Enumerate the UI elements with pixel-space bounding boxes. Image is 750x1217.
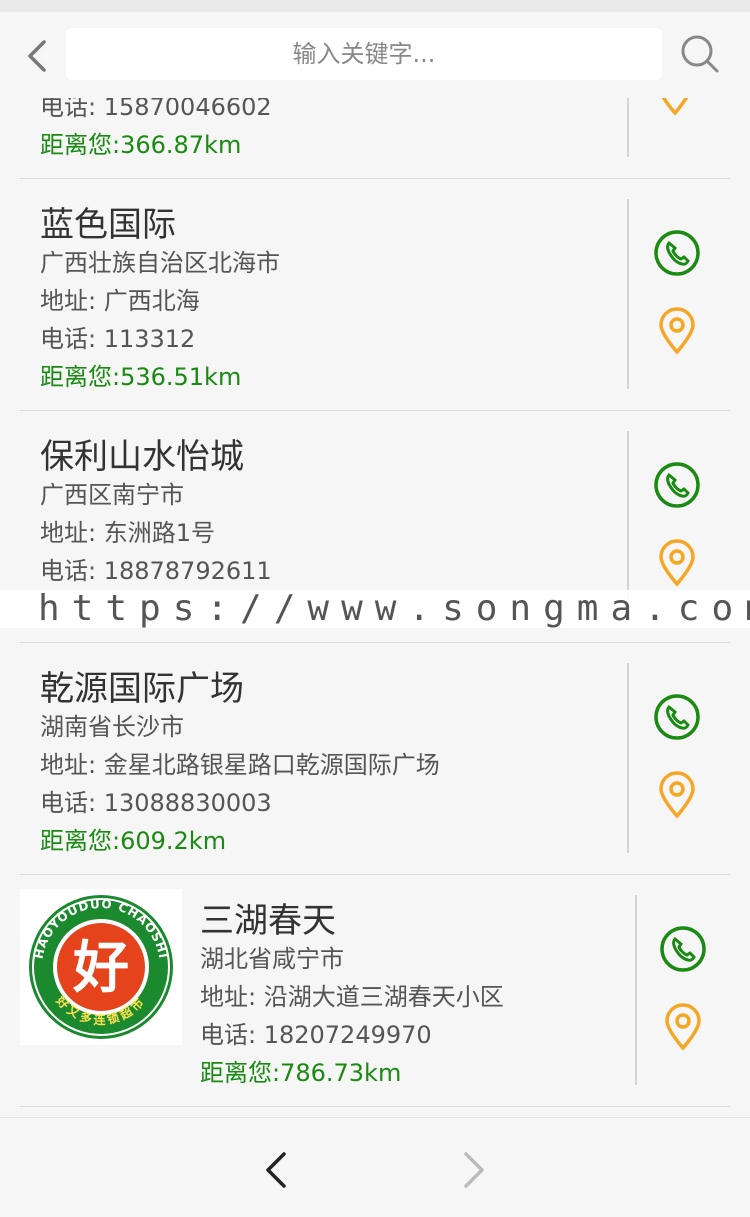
- next-page-icon[interactable]: [458, 1148, 490, 1192]
- search-header: 输入关键字...: [0, 12, 750, 98]
- list-item[interactable]: 蓝色国际 广西壮族自治区北海市 地址: 广西北海 电话: 113312 距离您:…: [20, 179, 730, 411]
- store-phone: 电话: 113312: [40, 325, 196, 353]
- phone-icon[interactable]: [652, 460, 702, 510]
- store-address: 地址: 广西北海: [40, 287, 200, 315]
- store-logo: HAOYOUDUO CHAOSHI 好又多连锁超市 好: [20, 889, 182, 1045]
- watermark-text: https://www.songma.com: [38, 588, 750, 629]
- store-distance: 距离您:366.87km: [40, 131, 242, 159]
- store-phone: 电话: 13088830003: [40, 789, 272, 817]
- store-address: 地址: 金星北路银星路口乾源国际广场: [40, 751, 440, 779]
- back-arrow-icon[interactable]: [22, 36, 52, 76]
- list-item[interactable]: HAOYOUDUO CHAOSHI 好又多连锁超市 好 三湖春天 湖北省咸宁市 …: [20, 875, 730, 1107]
- store-list: 电话: 15870046602 距离您:366.87km 蓝色国际 广西壮族自治…: [0, 0, 750, 1117]
- store-phone: 电话: 18207249970: [200, 1021, 432, 1049]
- store-distance: 距离您:609.2km: [40, 827, 227, 855]
- watermark-banner: https://www.songma.com: [0, 588, 750, 629]
- vertical-divider: [627, 663, 629, 853]
- location-pin-icon[interactable]: [652, 538, 702, 588]
- phone-icon[interactable]: [652, 228, 702, 278]
- pagination-bar: [0, 1117, 750, 1217]
- store-address: 地址: 东洲路1号: [40, 519, 215, 547]
- search-icon[interactable]: [680, 34, 720, 74]
- store-name: 三湖春天: [200, 901, 336, 941]
- store-distance: 距离您:786.73km: [200, 1059, 402, 1087]
- logo-glyph: 好: [72, 935, 129, 1001]
- store-name: 保利山水怡城: [40, 437, 244, 477]
- location-pin-icon[interactable]: [652, 770, 702, 820]
- location-pin-icon[interactable]: [652, 306, 702, 356]
- search-input[interactable]: 输入关键字...: [66, 28, 662, 80]
- store-address: 地址: 沿湖大道三湖春天小区: [200, 983, 504, 1011]
- prev-page-icon[interactable]: [260, 1148, 292, 1192]
- store-region: 湖北省咸宁市: [200, 945, 344, 973]
- store-phone: 电话: 18878792611: [40, 557, 272, 585]
- haoyouduo-logo: HAOYOUDUO CHAOSHI 好又多连锁超市 好: [29, 895, 173, 1039]
- status-bar: [0, 0, 750, 12]
- vertical-divider: [627, 199, 629, 389]
- list-item[interactable]: 乾源国际广场 湖南省长沙市 地址: 金星北路银星路口乾源国际广场 电话: 130…: [20, 643, 730, 875]
- store-distance: 距离您:536.51km: [40, 363, 242, 391]
- store-name: 蓝色国际: [40, 205, 176, 245]
- vertical-divider: [635, 895, 637, 1085]
- phone-icon[interactable]: [658, 924, 708, 974]
- store-region: 湖南省长沙市: [40, 713, 184, 741]
- store-region: 广西区南宁市: [40, 481, 184, 509]
- store-name: 乾源国际广场: [40, 669, 244, 709]
- store-region: 广西壮族自治区北海市: [40, 249, 280, 277]
- location-pin-icon[interactable]: [658, 1002, 708, 1052]
- phone-icon[interactable]: [652, 692, 702, 742]
